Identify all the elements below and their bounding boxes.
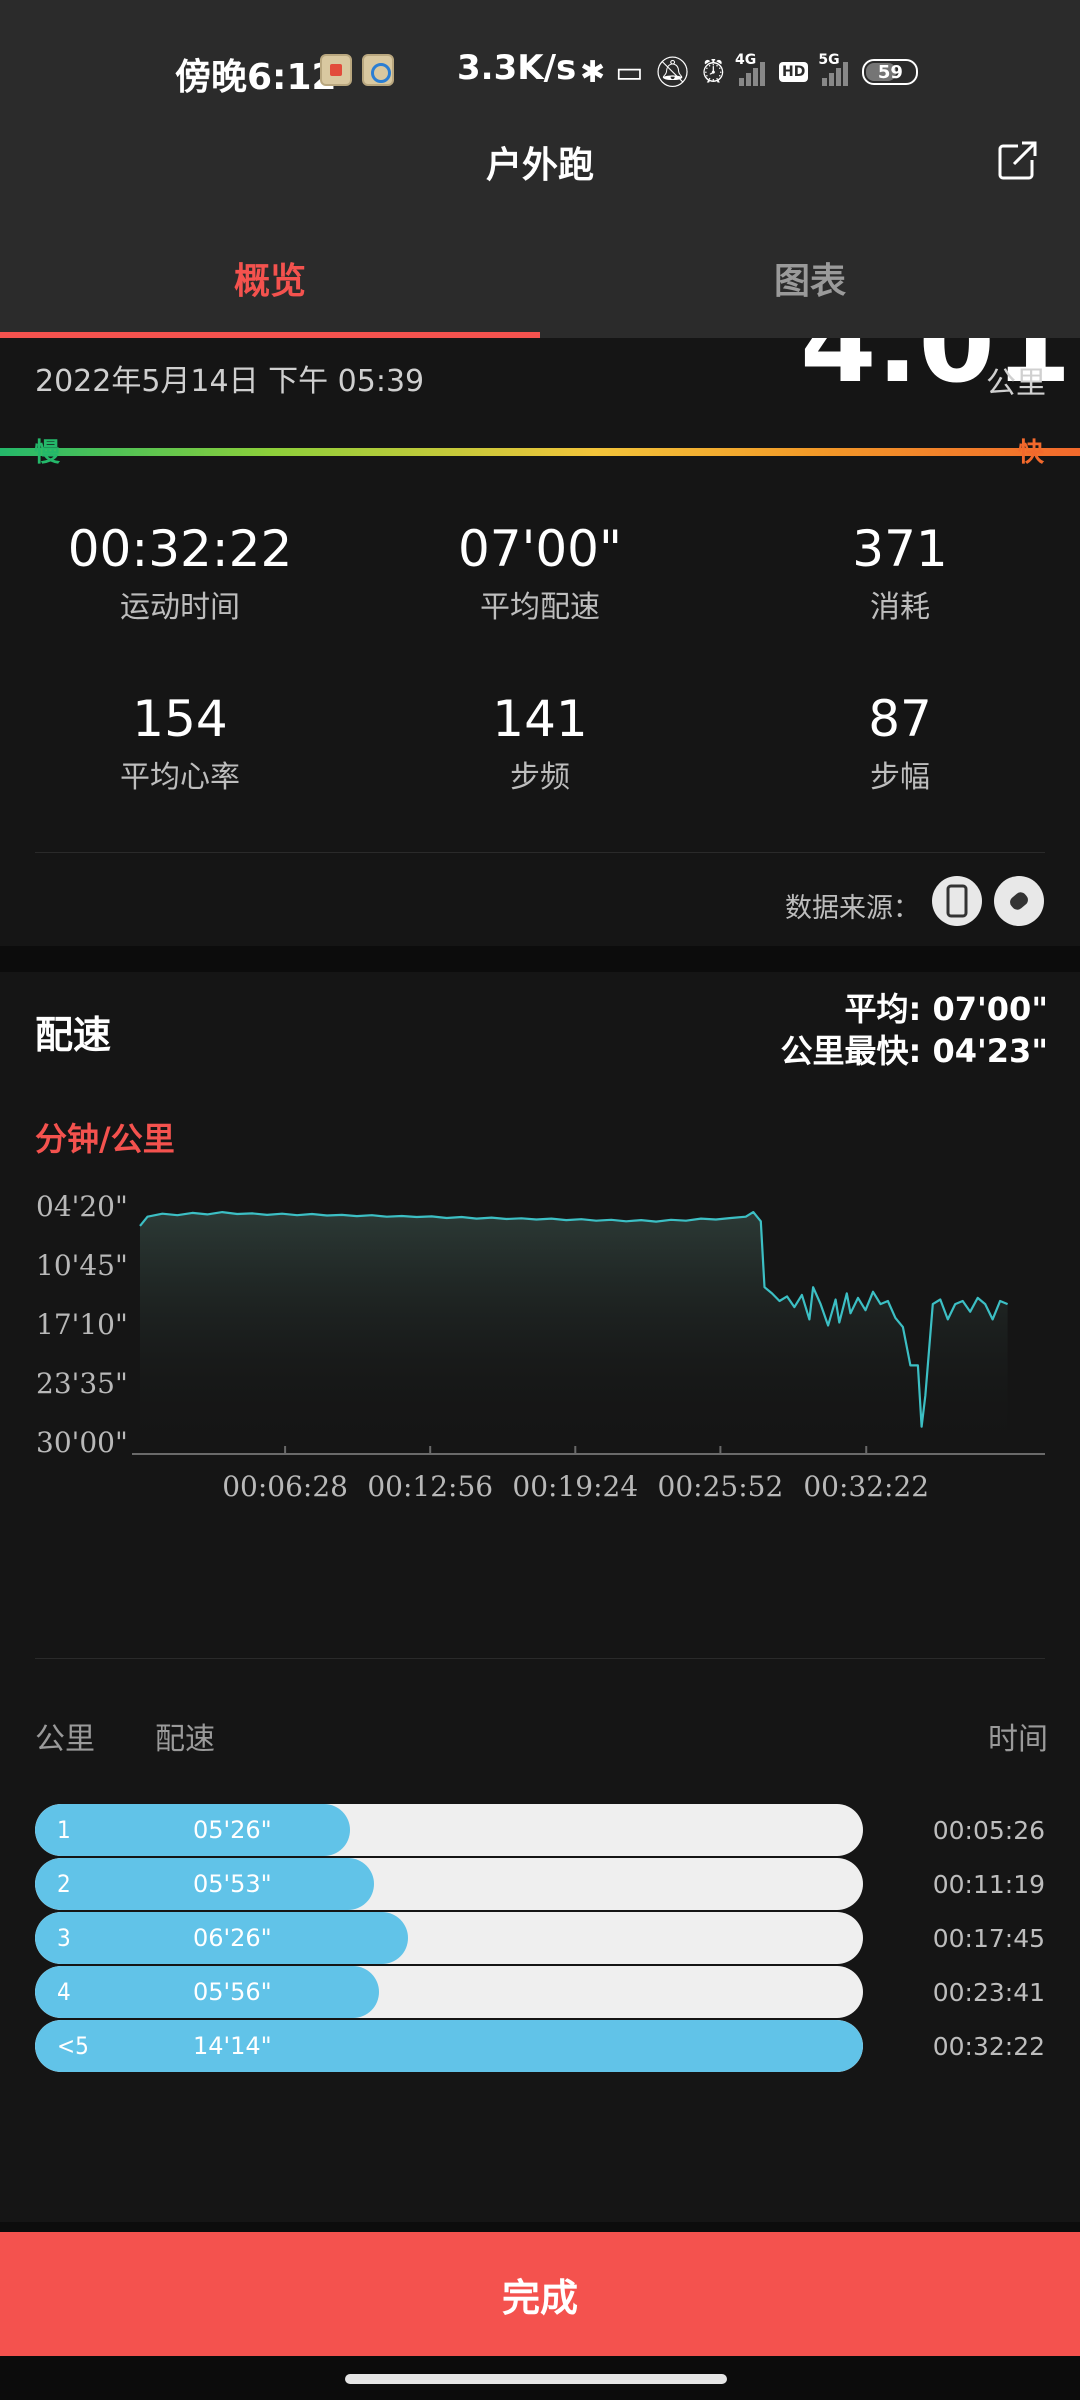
stat-label: 消耗 (870, 590, 930, 625)
split-bar-track (35, 1858, 863, 1910)
hd-icon: HD (779, 62, 809, 82)
tab-overview[interactable]: 概览 (0, 252, 540, 304)
stat-value: 141 (492, 690, 588, 748)
split-row: <5 14'14" 00:32:22 (35, 2020, 1045, 2072)
x-tick-label: 00:19:24 (512, 1470, 638, 1503)
mute-icon: 🔕︎ (653, 54, 692, 90)
distance-unit: 公里 (986, 366, 1046, 401)
divider (35, 1658, 1045, 1659)
split-pace: 05'53" (193, 1870, 272, 1898)
done-button[interactable]: 完成 (0, 2232, 1080, 2356)
split-km: <5 (57, 2032, 89, 2060)
status-time: 傍晚6:12 (175, 57, 337, 98)
split-time: 00:17:45 (932, 1924, 1045, 1953)
split-row: 2 05'53" 00:11:19 (35, 1858, 1045, 1910)
pace-fastest-km: 公里最快: 04'23" (780, 1032, 1048, 1070)
split-time: 00:05:26 (932, 1816, 1045, 1845)
pace-title: 配速 (35, 1013, 112, 1057)
stat-label: 平均配速 (480, 590, 600, 625)
stat-label: 步幅 (870, 760, 930, 795)
split-time: 00:23:41 (932, 1978, 1045, 2007)
stat-value: 371 (852, 520, 948, 578)
alarm-icon: ⏰︎ (701, 54, 725, 90)
system-status-icons: ✱ ▭ 🔕︎ ⏰︎ 4G HD 5G 59 (580, 52, 919, 92)
x-tick-label: 00:25:52 (658, 1470, 784, 1503)
bluetooth-icon: ✱ (580, 54, 606, 90)
signal-4g-icon: 4G (735, 52, 769, 86)
home-indicator[interactable] (345, 2374, 727, 2384)
slow-label: 慢 (34, 438, 61, 468)
stat-duration: 00:32:22 运动时间 (0, 520, 360, 626)
split-row: 1 05'26" 00:05:26 (35, 1804, 1045, 1856)
vibrate-icon: ▭ (615, 54, 644, 90)
split-pace: 14'14" (193, 2032, 272, 2060)
fast-label: 快 (1018, 438, 1045, 468)
pace-average: 平均: 07'00" (844, 990, 1048, 1028)
battery-icon: 59 (862, 59, 919, 85)
speed-gradient-bar (0, 448, 1080, 456)
split-row: 3 06'26" 00:17:45 (35, 1912, 1045, 1964)
done-button-label: 完成 (501, 2275, 578, 2320)
split-row: 4 05'56" 00:23:41 (35, 1966, 1045, 2018)
pace-card: 配速 平均: 07'00" 公里最快: 04'23" 分钟/公里 04'20" 1… (0, 972, 1080, 2222)
stat-label: 步频 (510, 760, 570, 795)
x-tick-label: 00:06:28 (222, 1470, 348, 1503)
share-icon[interactable] (996, 138, 1040, 182)
split-time: 00:11:19 (932, 1870, 1045, 1899)
split-bar-track (35, 2020, 863, 2072)
y-tick-label: 04'20" (36, 1192, 128, 1223)
stat-cadence: 141 步频 (360, 690, 720, 796)
y-tick-label: 17'10" (36, 1308, 128, 1341)
band-icon[interactable] (994, 876, 1044, 926)
x-tick-label: 00:12:56 (367, 1470, 493, 1503)
app-header: 傍晚6:12 3.3K/s ✱ ▭ 🔕︎ ⏰︎ 4G HD 5G 59 户外跑 (0, 0, 1080, 338)
stat-stride: 87 步幅 (720, 690, 1080, 796)
signal-5g-icon: 5G (818, 52, 852, 86)
split-bar-track (35, 1912, 863, 1964)
stat-label: 平均心率 (120, 760, 240, 795)
y-tick-label: 10'45" (36, 1249, 128, 1282)
divider (35, 852, 1045, 853)
split-pace: 06'26" (193, 1924, 272, 1952)
pace-chart: 04'20" 10'45" 17'10" 23'35" 30'00" 00:06:28 00… (36, 1192, 1045, 1503)
column-header-time: 时间 (988, 1722, 1048, 1757)
y-tick-label: 30'00" (36, 1426, 128, 1459)
status-bar: 傍晚6:12 3.3K/s ✱ ▭ 🔕︎ ⏰︎ 4G HD 5G 59 (0, 48, 1080, 98)
stat-value: 154 (132, 690, 228, 748)
split-km: 4 (57, 1978, 71, 2006)
column-header-km: 公里 (35, 1722, 95, 1757)
workout-datetime: 2022年5月14日 下午 05:39 (35, 364, 425, 399)
stat-value: 07'00" (458, 520, 622, 578)
column-header-pace: 配速 (155, 1722, 215, 1757)
split-bar-track (35, 1966, 863, 2018)
app-notification-icon (320, 54, 352, 86)
pace-unit-label: 分钟/公里 (35, 1120, 175, 1158)
workout-summary-card: 4.01 公里 2022年5月14日 下午 05:39 慢 快 00:32:22… (0, 338, 1080, 946)
split-km: 1 (57, 1816, 71, 1844)
page-title: 户外跑 (485, 145, 594, 186)
data-source-label: 数据来源： (785, 893, 920, 924)
network-speed: 3.3K/s (457, 48, 577, 88)
stat-value: 87 (868, 690, 932, 748)
stat-value: 00:32:22 (67, 520, 293, 578)
stat-heart-rate: 154 平均心率 (0, 690, 360, 796)
split-km: 2 (57, 1870, 71, 1898)
x-tick-label: 00:32:22 (803, 1470, 929, 1503)
y-tick-label: 23'35" (36, 1367, 128, 1400)
phone-icon[interactable] (932, 876, 982, 926)
split-bar-fill (35, 2020, 863, 2072)
notification-icons (320, 54, 394, 86)
stat-calories: 371 消耗 (720, 520, 1080, 626)
split-pace: 05'26" (193, 1816, 272, 1844)
stat-avg-pace: 07'00" 平均配速 (360, 520, 720, 626)
app-notification-icon (362, 54, 394, 86)
stat-label: 运动时间 (120, 590, 240, 625)
split-pace: 05'56" (193, 1978, 272, 2006)
tab-chart[interactable]: 图表 (540, 252, 1080, 304)
split-time: 00:32:22 (932, 2032, 1045, 2061)
pace-area (140, 1212, 1008, 1452)
split-km: 3 (57, 1924, 71, 1952)
navigation-bar (0, 2356, 1080, 2400)
split-bar-track (35, 1804, 863, 1856)
